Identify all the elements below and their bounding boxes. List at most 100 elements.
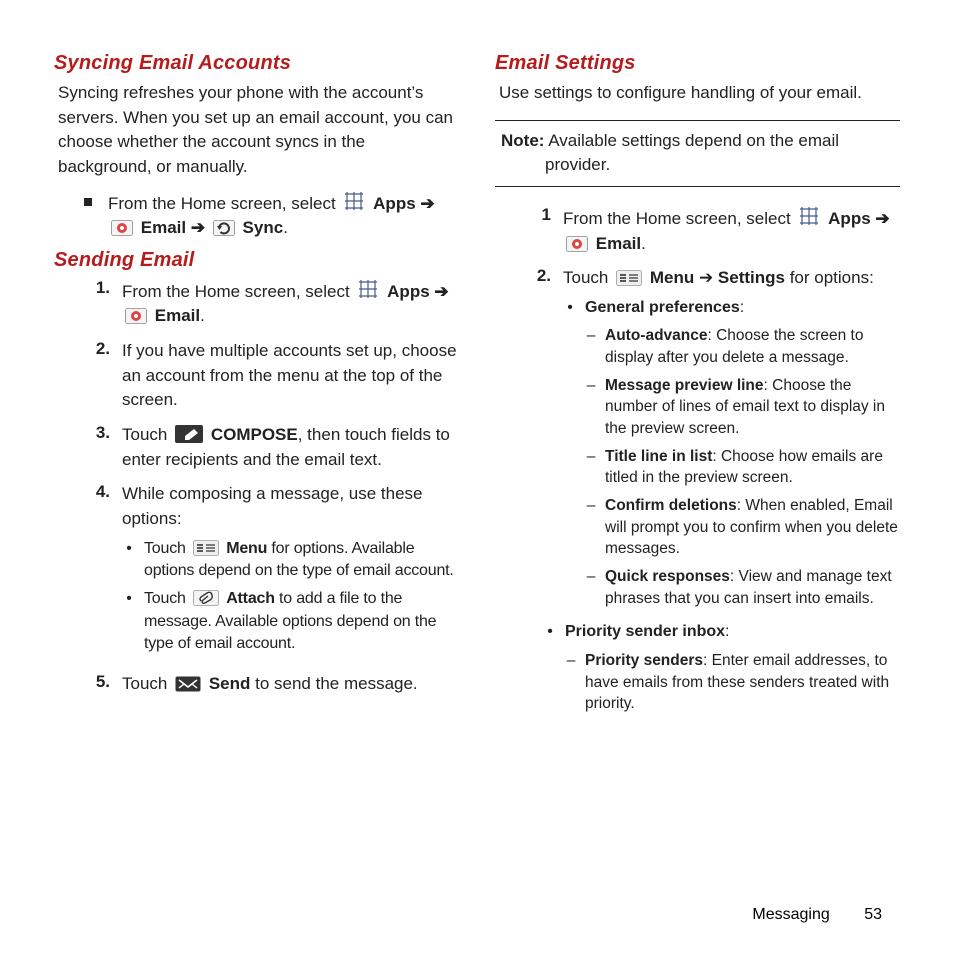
menu-icon — [616, 270, 642, 286]
list-item: 5. Touch Send to send the message. — [54, 672, 459, 697]
text: From the Home screen, select — [122, 282, 354, 301]
compose-label: COMPOSE — [211, 425, 298, 444]
send-label: Send — [209, 674, 251, 693]
sync-label: Sync — [243, 218, 284, 237]
step-body: From the Home screen, select Apps ➔ Emai… — [563, 205, 900, 256]
list-item: 1 From the Home screen, select Apps ➔ Em… — [495, 205, 900, 256]
syncing-body: Syncing refreshes your phone with the ac… — [58, 81, 459, 180]
email-icon — [566, 236, 588, 252]
text: Touch — [122, 425, 172, 444]
email-label: Email — [141, 218, 186, 237]
step-number: 4. — [82, 482, 110, 661]
list-item: 3. Touch COMPOSE, then touch fields to e… — [54, 423, 459, 472]
text: General preferences: – Auto-advance: Cho… — [585, 297, 900, 616]
dash-item: – Quick responses: View and manage text … — [585, 566, 900, 609]
arrow-icon: ➔ — [434, 282, 448, 301]
list-item: 2. Touch Menu ➔ Settings for options: • … — [495, 266, 900, 727]
dash-icon: – — [585, 495, 597, 560]
dash-icon: – — [565, 650, 577, 715]
dash-icon: – — [585, 446, 597, 489]
page-footer: Messaging 53 — [752, 906, 882, 924]
compose-icon — [175, 425, 203, 443]
menu-label: Menu — [226, 540, 267, 557]
heading-sending: Sending Email — [54, 249, 459, 272]
sync-step-body: From the Home screen, select Apps ➔ Emai… — [108, 190, 459, 241]
dash-item: – Message preview line: Choose the numbe… — [585, 375, 900, 440]
menu-label: Menu — [650, 268, 694, 287]
heading-syncing: Syncing Email Accounts — [54, 52, 459, 75]
label: Priority sender inbox — [565, 623, 725, 640]
bullet-icon: • — [563, 297, 577, 616]
sync-step: From the Home screen, select Apps ➔ Emai… — [54, 190, 459, 241]
apps-label: Apps — [387, 282, 430, 301]
dash-item: – Title line in list: Choose how emails … — [585, 446, 900, 489]
sync-icon — [213, 220, 235, 236]
settings-body: Use settings to configure handling of yo… — [499, 81, 900, 106]
text: ➔ — [694, 268, 718, 287]
arrow-icon: ➔ — [875, 209, 889, 228]
arrow-icon: ➔ — [191, 218, 205, 237]
dash-item: – Auto-advance: Choose the screen to dis… — [585, 325, 900, 368]
sub-item: • General preferences: – Auto-advance: C… — [563, 297, 900, 616]
bullet-icon: • — [122, 538, 136, 583]
sub-item: • Priority sender inbox: – Priority send… — [543, 621, 900, 720]
attach-icon — [193, 590, 219, 606]
step-number: 3. — [82, 423, 110, 472]
square-bullet-icon — [84, 198, 92, 206]
text: Priority sender inbox: – Priority sender… — [565, 621, 900, 720]
list-item: 4. While composing a message, use these … — [54, 482, 459, 661]
dash-icon: – — [585, 375, 597, 440]
bullet-icon: • — [543, 621, 557, 720]
apps-label: Apps — [373, 194, 416, 213]
apps-icon — [798, 205, 820, 227]
arrow-icon: ➔ — [420, 194, 434, 213]
text: Touch Menu for options. Available option… — [144, 538, 459, 583]
text: : — [740, 299, 744, 316]
send-icon — [175, 676, 201, 692]
page-number: 53 — [864, 906, 882, 923]
text: for options. Available options depend on… — [144, 540, 454, 579]
right-column: Email Settings Use settings to configure… — [495, 44, 900, 924]
text: Touch — [122, 674, 172, 693]
settings-steps: 1 From the Home screen, select Apps ➔ Em… — [495, 205, 900, 727]
label: Message preview line — [605, 377, 764, 394]
text: : — [725, 623, 729, 640]
step-body: From the Home screen, select Apps ➔ Emai… — [122, 278, 459, 329]
menu-icon — [193, 540, 219, 556]
dash-item: – Priority senders: Enter email addresse… — [565, 650, 900, 715]
apps-icon — [357, 278, 379, 300]
label: Confirm deletions — [605, 497, 737, 514]
sub-item: • Touch Attach to add a file to the mess… — [122, 588, 459, 655]
email-label: Email — [155, 306, 200, 325]
left-column: Syncing Email Accounts Syncing refreshes… — [54, 44, 459, 924]
email-label: Email — [596, 234, 641, 253]
text: From the Home screen, select — [563, 209, 795, 228]
heading-email-settings: Email Settings — [495, 52, 900, 75]
text: Touch — [144, 590, 190, 607]
dash-icon: – — [585, 566, 597, 609]
note-box: Note: Available settings depend on the e… — [495, 120, 900, 187]
text: to send the message. — [250, 674, 417, 693]
text: Touch — [144, 540, 190, 557]
step-body: Touch Send to send the message. — [122, 672, 459, 697]
step-body: Touch COMPOSE, then touch fields to ente… — [122, 423, 459, 472]
sub-item: • Touch Menu for options. Available opti… — [122, 538, 459, 583]
apps-icon — [343, 190, 365, 212]
step-body: Touch Menu ➔ Settings for options: • Gen… — [563, 266, 900, 727]
label: General preferences — [585, 299, 740, 316]
text: Touch Attach to add a file to the messag… — [144, 588, 459, 655]
email-icon — [111, 220, 133, 236]
step-number: 2. — [82, 339, 110, 413]
text: for options: — [785, 268, 874, 287]
step-number: 1. — [82, 278, 110, 329]
bullet-icon: • — [122, 588, 136, 655]
step-number: 1 — [523, 205, 551, 256]
dash-item: – Confirm deletions: When enabled, Email… — [585, 495, 900, 560]
step-number: 5. — [82, 672, 110, 697]
label: Auto-advance — [605, 327, 708, 344]
label: Title line in list — [605, 448, 712, 465]
list-item: 2. If you have multiple accounts set up,… — [54, 339, 459, 413]
list-item: 1. From the Home screen, select Apps ➔ E… — [54, 278, 459, 329]
attach-label: Attach — [226, 590, 275, 607]
note-label: Note: — [501, 131, 544, 150]
